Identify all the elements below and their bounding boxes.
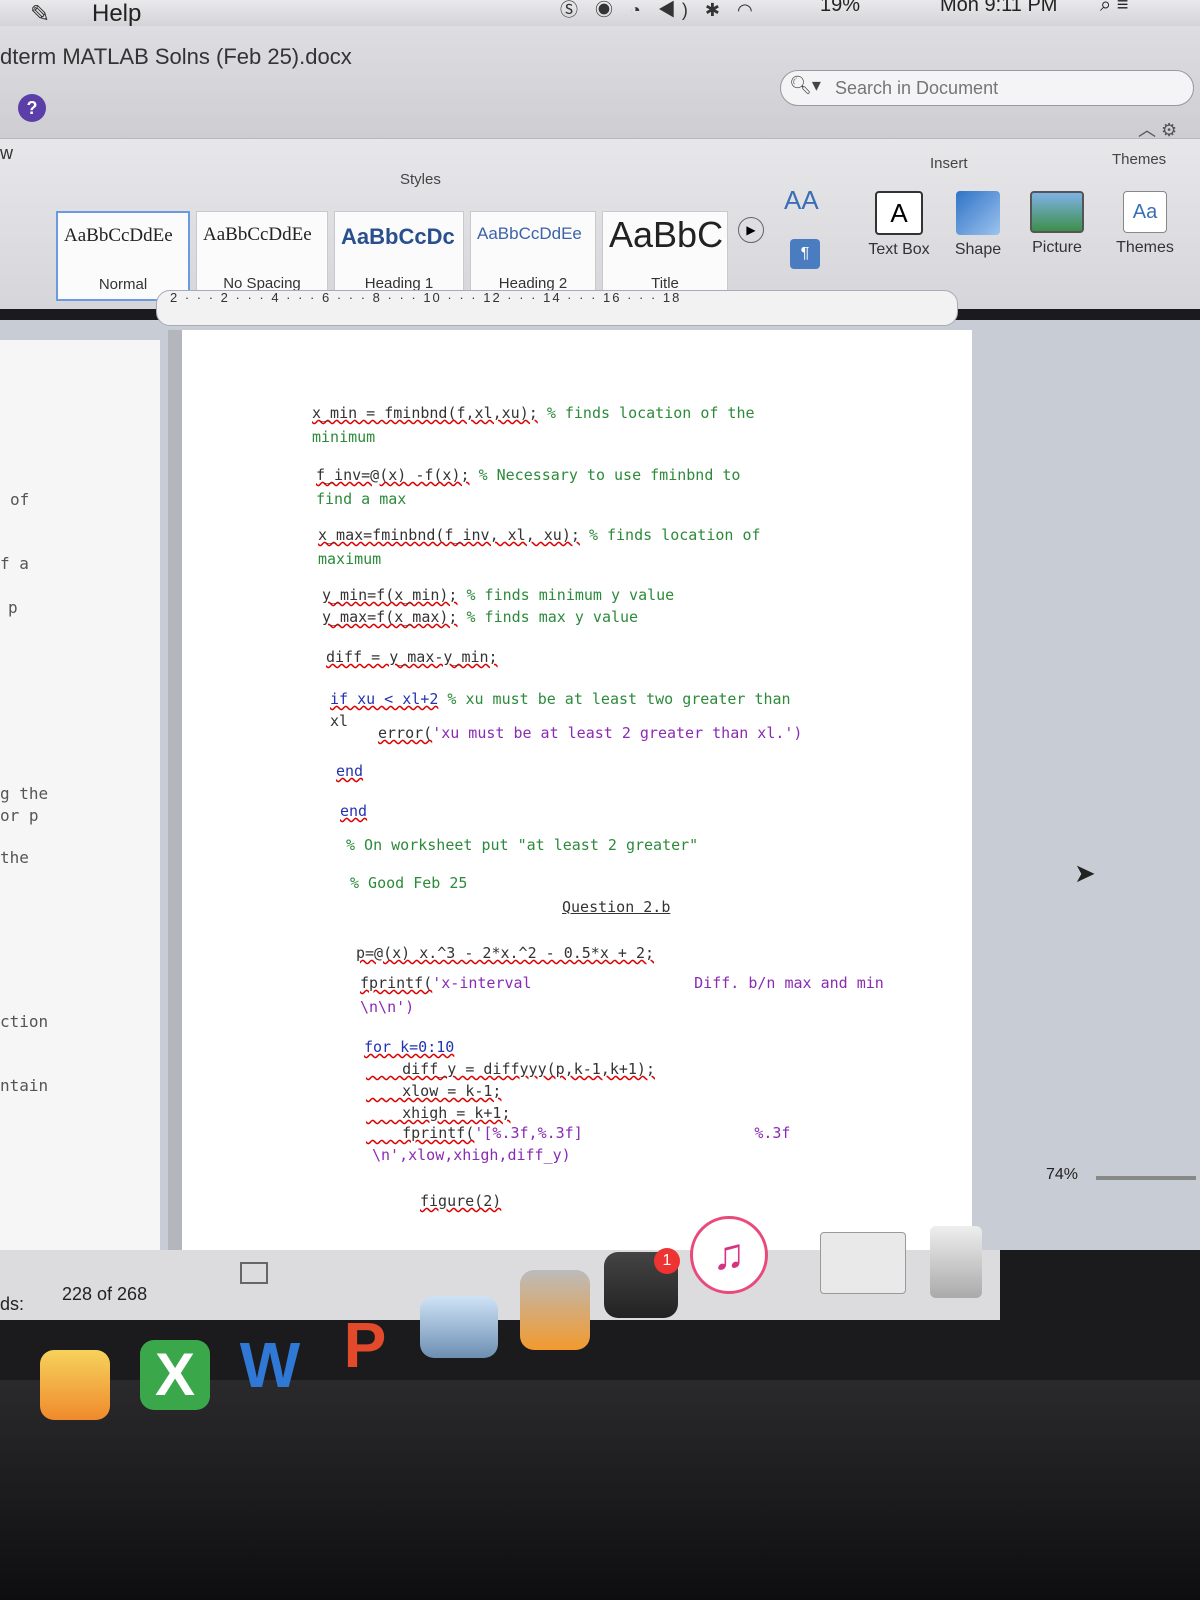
powerpoint-app-icon[interactable]: P (330, 1310, 400, 1380)
insert-picture[interactable]: Picture (1024, 191, 1090, 257)
code-line: y_max=f(x_max); % finds max y value (322, 608, 639, 626)
search-icon[interactable]: 🔍︎▾ (789, 75, 821, 96)
calculator-app-icon[interactable] (520, 1270, 590, 1350)
trash-icon[interactable] (930, 1226, 982, 1298)
code-line: xhigh = k+1; (366, 1104, 511, 1122)
tab-partial[interactable]: w (0, 143, 13, 164)
code-line: figure(2) (420, 1192, 502, 1210)
text-box-icon: A (875, 191, 923, 235)
styles-next-icon[interactable]: ▶ (738, 217, 764, 243)
code-line: fprintf('x-interval Diff. b/n max and mi… (360, 974, 884, 992)
insert-text-box[interactable]: A Text Box (854, 191, 944, 259)
zoom-slider[interactable] (1096, 1176, 1196, 1180)
styles-group-label: Styles (400, 171, 441, 188)
search-input[interactable] (833, 74, 1177, 102)
code-line: p=@(x) x.^3 - 2*x.^2 - 0.5*x + 2; (356, 944, 655, 962)
search-box[interactable]: 🔍︎▾ (780, 70, 1194, 106)
zoom-level[interactable]: 74% (1046, 1166, 1078, 1184)
menu-clock[interactable]: Mon 9:11 PM (940, 0, 1057, 17)
style-normal[interactable]: AaBbCcDdEe Normal (56, 211, 190, 301)
code-line: % Good Feb 25 (350, 874, 468, 892)
menu-bar: ✎ Help Ⓢ ◉ ◔ ◀) ✱ ◠ 19% Mon 9:11 PM ⌕ ≡ (0, 0, 1200, 29)
track-changes-icon[interactable] (240, 1262, 268, 1284)
code-line: end (336, 762, 364, 780)
title-bar: dterm MATLAB Solns (Feb 25).docx ? 🔍︎▾ ︿… (0, 26, 1200, 140)
pages-app-icon[interactable] (40, 1350, 110, 1420)
page-text-fragment: the (0, 848, 29, 867)
code-line: for k=0:10 (364, 1038, 455, 1056)
style-sample: AaBbCcDc (341, 224, 455, 249)
code-line: fprintf('[%.3f,%.3f] %.3f (366, 1124, 791, 1142)
code-line: end (340, 802, 368, 820)
code-line: f_inv=@(x) -f(x); % Necessary to use fmi… (316, 466, 741, 484)
spotlight-icon[interactable]: ⌕ ≡ (1100, 0, 1128, 17)
page-text-fragment: f a (0, 554, 29, 573)
style-sample: AaBbC (609, 214, 724, 255)
tool-label: Themes (1116, 239, 1174, 256)
help-icon[interactable]: ? (18, 94, 46, 122)
themes-group-label: Themes (1112, 151, 1167, 168)
word-count-label: ds: (0, 1294, 25, 1314)
battery-percent[interactable]: 19% (820, 0, 860, 17)
code-line: xl (330, 712, 349, 730)
code-line: diff = y_max-y_min; (326, 648, 498, 666)
insert-shape[interactable]: Shape (948, 191, 1008, 259)
style-sample: AaBbCcDdEe (477, 224, 582, 243)
code-line: find a max (316, 490, 407, 508)
document-page[interactable]: x_min = fminbnd(f,xl,xu); % finds locati… (168, 330, 972, 1270)
code-line: diff_y = diffyyy(p,k-1,k+1); (366, 1060, 655, 1078)
style-heading-1[interactable]: AaBbCcDc Heading 1 (334, 211, 464, 299)
page-count[interactable]: 228 of 268 (62, 1284, 147, 1305)
themes-icon: Aa (1123, 191, 1167, 233)
app-icon[interactable]: ✎ (30, 0, 50, 29)
style-sample: AaBbCcDdEe (203, 224, 312, 245)
code-line: xlow = k-1; (366, 1082, 502, 1100)
style-no-spacing[interactable]: AaBbCcDdEe No Spacing (196, 211, 328, 299)
ribbon: w Styles Insert Themes AaBbCcDdEe Normal… (0, 138, 1200, 309)
change-case-icon[interactable]: AA (784, 185, 819, 216)
shape-icon (956, 191, 1000, 235)
picture-icon (1030, 191, 1084, 233)
excel-app-icon[interactable]: X (140, 1340, 210, 1410)
menu-help[interactable]: Help (92, 0, 141, 28)
laptop-bezel (0, 1380, 1200, 1600)
question-heading: Question 2.b (562, 898, 671, 916)
code-line: minimum (312, 428, 376, 446)
notification-badge: 1 (654, 1248, 680, 1274)
insert-group-label: Insert (930, 155, 968, 172)
page-text-fragment: of (10, 490, 30, 509)
preview-app-icon[interactable] (420, 1296, 498, 1358)
code-line: error('xu must be at least 2 greater tha… (378, 724, 803, 742)
page-text-fragment: ntain (0, 1076, 49, 1095)
word-window-thumbnail[interactable] (820, 1232, 906, 1294)
code-line: x_max=fminbnd(f_inv, xl, xu); % finds lo… (318, 526, 761, 544)
style-title[interactable]: AaBbC Title (602, 211, 728, 299)
tool-label: Text Box (868, 241, 930, 258)
code-line: x_min = fminbnd(f,xl,xu); % finds locati… (312, 404, 755, 422)
document-title: dterm MATLAB Solns (Feb 25).docx (0, 44, 352, 69)
code-line: \n\n') (360, 998, 415, 1016)
page-text-fragment: ction (0, 1012, 49, 1031)
paragraph-icon[interactable]: ¶ (790, 239, 820, 269)
style-sample: AaBbCcDdEe (64, 225, 173, 246)
word-app-icon[interactable]: W (230, 1330, 310, 1400)
insert-themes[interactable]: Aa Themes (1108, 191, 1182, 257)
code-line: if xu < xl+2 % xu must be at least two g… (330, 690, 791, 708)
tool-label: Shape (954, 241, 1002, 258)
ruler-numbers: 2 · · · 2 · · · 4 · · · 6 · · · 8 · · · … (170, 290, 682, 305)
page-text-fragment: or p (0, 806, 39, 825)
page-text-fragment: p (8, 598, 18, 617)
status-icons[interactable]: Ⓢ ◉ ◔ ◀) ✱ ◠ (560, 0, 759, 22)
code-line: y_min=f(x_min); % finds minimum y value (322, 586, 675, 604)
style-heading-2[interactable]: AaBbCcDdEe Heading 2 (470, 211, 596, 299)
previous-page: of f a p g the or p the ction ntain (0, 340, 160, 1260)
code-line: % On worksheet put "at least 2 greater" (346, 836, 699, 854)
code-line: \n',xlow,xhigh,diff_y) (372, 1146, 571, 1164)
page-text-fragment: g the (0, 784, 49, 803)
code-line: maximum (318, 550, 382, 568)
itunes-app-icon[interactable]: ♫ (690, 1216, 768, 1294)
mouse-cursor-icon: ➤ (1074, 858, 1096, 888)
tool-label: Picture (1032, 239, 1082, 256)
